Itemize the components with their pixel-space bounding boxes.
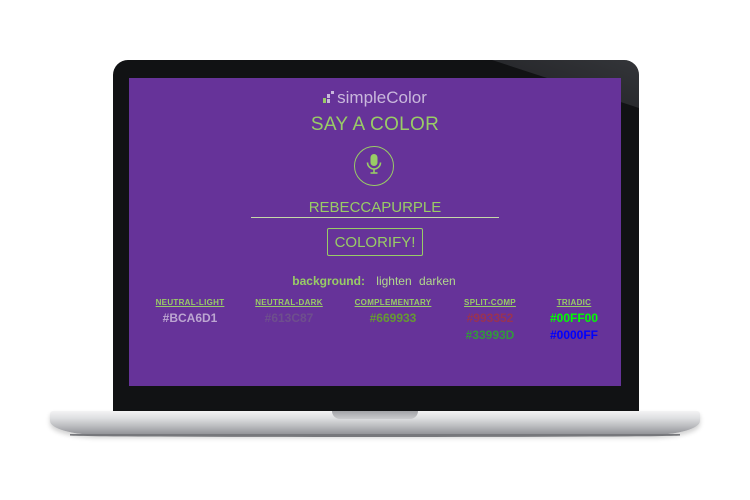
swatch-value[interactable]: #00FF00: [550, 310, 598, 327]
palette-label: TRIADIC: [556, 298, 592, 307]
laptop-mockup: simpleColor SAY A COLOR COLORIFY! backgr…: [0, 0, 750, 500]
darken-link[interactable]: darken: [419, 274, 456, 288]
background-label: background:: [292, 274, 365, 288]
lighten-link[interactable]: lighten: [376, 274, 411, 288]
laptop-notch: [332, 411, 418, 419]
page-title: SAY A COLOR: [310, 114, 440, 135]
palette-label: NEUTRAL-LIGHT: [155, 298, 225, 307]
palette-split-comp: SPLIT-COMP #993352 #33993D: [464, 298, 516, 344]
swatch-value[interactable]: #993352: [464, 310, 516, 327]
background-controls: background: lighten darken: [129, 274, 621, 288]
swatch-value[interactable]: #669933: [355, 310, 432, 327]
bars-logo-icon: [323, 88, 335, 108]
brand: simpleColor: [129, 88, 621, 108]
simplecolor-app: simpleColor SAY A COLOR COLORIFY! backgr…: [129, 78, 621, 386]
microphone-icon: [365, 153, 383, 179]
swatch-value[interactable]: #33993D: [464, 327, 516, 344]
swatch-value[interactable]: #0000FF: [550, 327, 598, 344]
palette-triadic: TRIADIC #00FF00 #0000FF: [550, 298, 598, 344]
swatch-value[interactable]: #613C87: [255, 310, 323, 327]
app-screen: simpleColor SAY A COLOR COLORIFY! backgr…: [129, 78, 621, 386]
color-input[interactable]: [251, 197, 499, 218]
swatch-value[interactable]: #BCA6D1: [156, 310, 225, 327]
palette-complementary: COMPLEMENTARY #669933: [355, 298, 432, 327]
palette-neutral-dark: NEUTRAL-DARK #613C87: [255, 298, 323, 327]
palette-label: SPLIT-COMP: [464, 298, 516, 307]
colorify-button[interactable]: COLORIFY!: [327, 228, 423, 256]
brand-name: simpleColor: [337, 88, 427, 107]
palette-neutral-light: NEUTRAL-LIGHT #BCA6D1: [156, 298, 225, 327]
palette-label: NEUTRAL-DARK: [255, 298, 323, 307]
laptop-base-shadow: [70, 434, 680, 437]
palette-label: COMPLEMENTARY: [354, 298, 432, 307]
microphone-button[interactable]: [354, 146, 394, 186]
